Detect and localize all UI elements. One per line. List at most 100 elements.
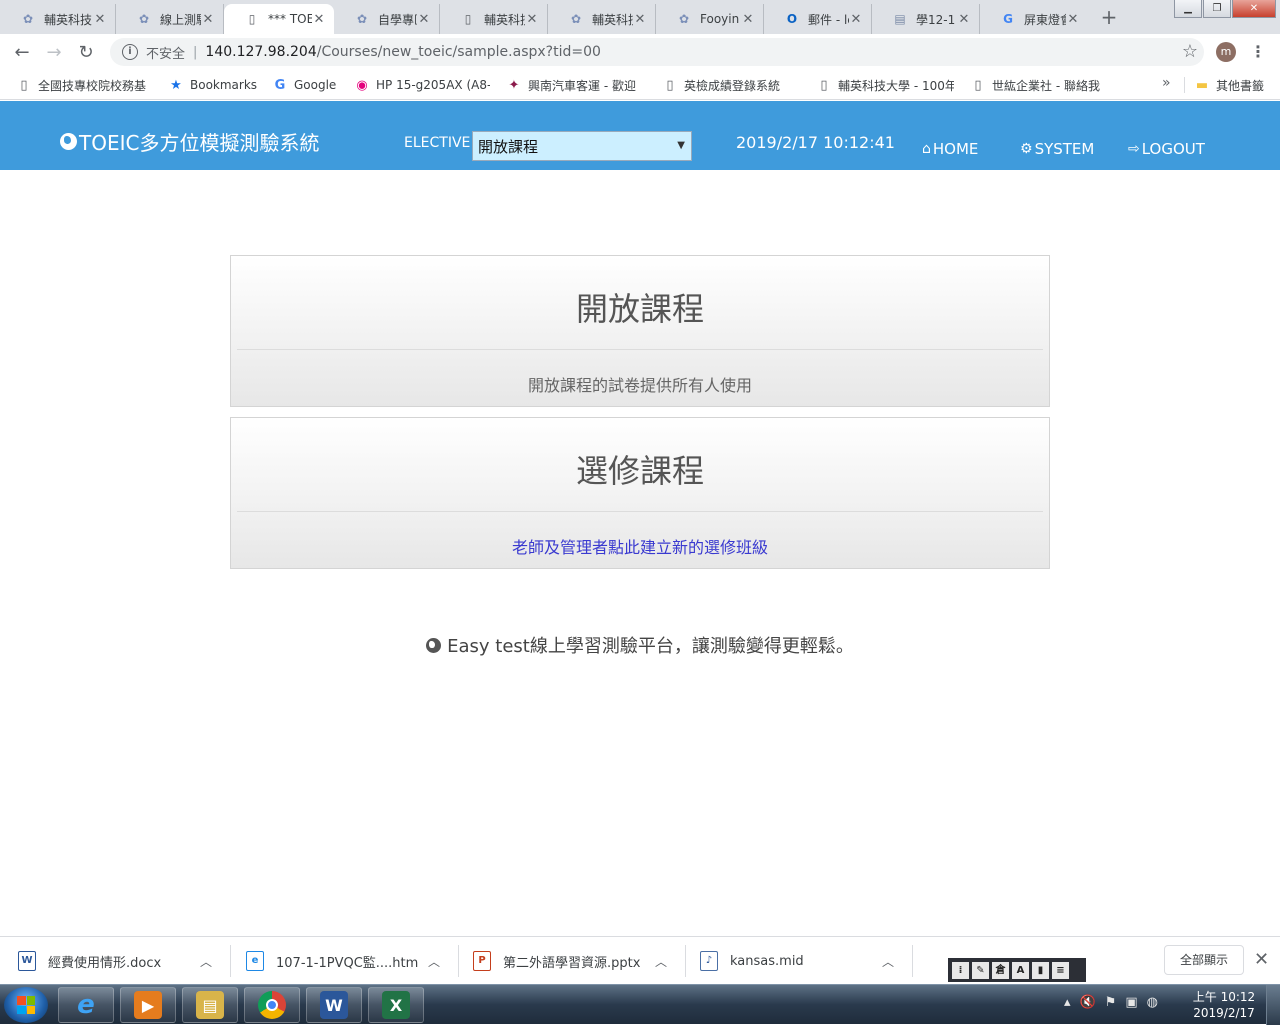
download-filename: 第二外語學習資源.pptx — [503, 955, 641, 971]
browser-tab-active[interactable]: ▯ *** TOE ✕ — [224, 4, 334, 34]
nav-system-link[interactable]: ⚙ SYSTEM — [1020, 140, 1094, 158]
font-icon[interactable]: A — [1012, 961, 1029, 979]
doc-icon: ▤ — [894, 12, 906, 26]
maximize-icon[interactable]: ❐ — [1203, 0, 1231, 18]
start-button[interactable] — [4, 987, 48, 1023]
htm-file-icon: e — [246, 951, 264, 971]
network-icon[interactable]: ▣ — [1125, 995, 1137, 1010]
back-arrow-icon[interactable]: ← — [6, 36, 38, 68]
info-icon[interactable]: i — [122, 44, 138, 60]
download-filename: 經費使用情形.docx — [48, 955, 162, 971]
globe-icon — [60, 133, 77, 150]
download-divider — [912, 945, 913, 977]
download-item[interactable]: W 經費使用情形.docx ︿ — [18, 937, 218, 985]
close-icon[interactable]: ✕ — [201, 12, 215, 27]
ime-mode-icon[interactable]: 倉 — [992, 961, 1009, 979]
tab-title: 學12-1 — [916, 12, 956, 27]
close-icon[interactable]: ✕ — [741, 12, 755, 27]
bookmark-label: 其他書籤 — [1216, 78, 1265, 93]
current-datetime: 2019/2/17 10:12:41 — [736, 133, 895, 152]
menu-kebab-icon[interactable]: ⋮ — [1250, 40, 1266, 64]
close-icon[interactable]: ✕ — [1254, 949, 1269, 970]
panel-divider — [237, 349, 1043, 350]
taskbar-app[interactable]: W — [306, 987, 362, 1023]
taskbar-app[interactable]: e — [58, 987, 114, 1023]
forward-arrow-icon[interactable]: → — [38, 36, 70, 68]
halfwidth-icon[interactable]: ▮ — [1032, 961, 1049, 979]
close-icon[interactable]: ✕ — [93, 12, 107, 27]
address-bar[interactable]: i 不安全 | 140.127.98.204 /Courses/new_toei… — [110, 38, 1204, 66]
download-item[interactable]: ♪ kansas.mid ︿ — [700, 937, 900, 985]
download-filename: kansas.mid — [730, 953, 804, 969]
browser-tab[interactable]: ✿ 自學專區 ✕ — [334, 4, 440, 34]
bookmark-item[interactable]: ▯ 英檢成績登錄系統 — [662, 76, 798, 94]
show-desktop-button[interactable] — [1266, 985, 1280, 1025]
elective-select[interactable]: 開放課程 ▼ — [472, 131, 692, 161]
new-tab-button[interactable]: + — [1096, 6, 1122, 28]
close-icon[interactable]: ✕ — [525, 12, 539, 27]
profile-avatar[interactable]: m — [1216, 42, 1236, 62]
browser-tab[interactable]: ✿ 輔英科技 ✕ — [0, 4, 116, 34]
close-icon[interactable]: ✕ — [849, 12, 863, 27]
taskbar-app[interactable] — [244, 987, 300, 1023]
close-icon[interactable]: ✕ — [312, 12, 326, 27]
tab-title: 自學專區 — [378, 12, 417, 27]
bookmark-item[interactable]: ✦ 興南汽車客運 - 歡迎 — [506, 76, 646, 94]
action-center-flag-icon[interactable]: ⚑ — [1105, 995, 1117, 1010]
bookmark-item[interactable]: ▯ 世紘企業社 - 聯絡我 — [970, 76, 1106, 94]
nav-home-link[interactable]: ⌂ HOME — [922, 140, 978, 158]
chevron-up-icon[interactable]: ︿ — [882, 953, 894, 970]
taskbar-app[interactable]: ▶ — [120, 987, 176, 1023]
security-tray-icon[interactable]: ◍ — [1147, 995, 1158, 1010]
close-icon[interactable]: ✕ — [417, 12, 431, 27]
browser-tab[interactable]: ✿ 線上測驗 ✕ — [116, 4, 224, 34]
bookmark-item[interactable]: ★ Bookmarks — [168, 76, 262, 94]
taskbar-app[interactable]: ▤ — [182, 987, 238, 1023]
circle-logo-icon: ✿ — [138, 12, 150, 26]
bookmark-item[interactable]: ▯ 輔英科技大學 - 100年 — [816, 76, 954, 94]
bookmark-item[interactable]: G Google — [272, 76, 344, 94]
close-icon[interactable]: ✕ — [1066, 12, 1080, 27]
tray-expand-icon[interactable]: ▴ — [1064, 995, 1071, 1010]
show-all-downloads-button[interactable]: 全部顯示 — [1164, 945, 1244, 975]
browser-tab[interactable]: ▯ 輔英科技 ✕ — [440, 4, 548, 34]
browser-tab[interactable]: ✿ Fooyin ✕ — [656, 4, 764, 34]
bookmark-star-icon[interactable]: ☆ — [1182, 41, 1198, 62]
tab-title: 輔英科技 — [592, 12, 633, 27]
settings-icon[interactable]: ≡ — [1052, 961, 1069, 979]
browser-tab[interactable]: G 屏東燈會 ✕ — [980, 4, 1088, 34]
taskbar-app[interactable]: X — [368, 987, 424, 1023]
download-item[interactable]: P 第二外語學習資源.pptx ︿ — [473, 937, 673, 985]
taskbar-clock[interactable]: 上午 10:12 2019/2/17 — [1190, 989, 1258, 1021]
minimize-icon[interactable]: ▁ — [1174, 0, 1202, 18]
site-brand[interactable]: TOEIC多方位模擬測驗系統 — [60, 127, 319, 156]
browser-tab[interactable]: ▤ 學12-1 ✕ — [872, 4, 980, 34]
bookmark-item[interactable]: ◉ HP 15-g205AX (A8- — [354, 76, 490, 94]
close-icon[interactable]: ✕ — [633, 12, 647, 27]
bookmark-item[interactable]: ▯ 全國技專校院校務基 — [16, 76, 152, 94]
excel-icon: X — [382, 991, 410, 1019]
reload-icon[interactable]: ↻ — [70, 36, 102, 68]
folder-icon: ▬ — [1195, 77, 1209, 93]
media-player-icon: ▶ — [134, 991, 162, 1019]
volume-muted-icon[interactable]: 🔇 — [1080, 995, 1096, 1010]
chevron-up-icon[interactable]: ︿ — [655, 953, 667, 970]
chevron-up-icon[interactable]: ︿ — [428, 953, 440, 970]
close-icon[interactable]: ✕ — [957, 12, 971, 27]
elective-course-panel[interactable]: 選修課程 老師及管理者點此建立新的選修班級 — [230, 417, 1050, 569]
url-path: /Courses/new_toeic/sample.aspx?tid=00 — [316, 44, 601, 60]
chevron-up-icon[interactable]: ︿ — [200, 953, 212, 970]
browser-tab[interactable]: O 郵件 - le ✕ — [764, 4, 872, 34]
grip-icon[interactable]: ⁞ — [952, 961, 969, 979]
close-window-icon[interactable]: ✕ — [1232, 0, 1276, 18]
create-elective-class-link[interactable]: 老師及管理者點此建立新的選修班級 — [231, 534, 1049, 558]
other-bookmarks-folder[interactable]: ▬ 其他書籤 — [1194, 76, 1278, 94]
ime-icon[interactable]: ✎ — [972, 961, 989, 979]
nav-logout-link[interactable]: ⇨ LOGOUT — [1128, 140, 1205, 158]
file-explorer-icon: ▤ — [196, 991, 224, 1019]
browser-tab[interactable]: ✿ 輔英科技 ✕ — [548, 4, 656, 34]
open-course-panel[interactable]: 開放課程 開放課程的試卷提供所有人使用 — [230, 255, 1050, 407]
site-header: TOEIC多方位模擬測驗系統 ELECTIVE 開放課程 ▼ 2019/2/17… — [0, 101, 1280, 170]
bookmarks-overflow-button[interactable]: » — [1162, 75, 1171, 91]
download-item[interactable]: e 107-1-1PVQC監....htm ︿ — [246, 937, 446, 985]
